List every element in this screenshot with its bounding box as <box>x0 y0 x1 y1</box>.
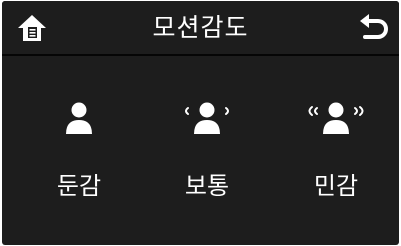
person-single-waves-icon <box>185 102 229 134</box>
header-divider <box>2 54 399 56</box>
person-icon <box>66 102 92 134</box>
page-title: 모션감도 <box>152 13 249 42</box>
option-normal-sensitivity[interactable]: 보통 <box>157 71 257 231</box>
option-label-normal: 보통 <box>184 172 230 200</box>
back-button[interactable] <box>357 12 391 44</box>
option-high-sensitivity[interactable]: 민감 <box>286 71 386 231</box>
option-low-sensitivity[interactable]: 둔감 <box>29 71 129 231</box>
person-double-waves-icon <box>308 102 364 134</box>
option-label-low: 둔감 <box>56 172 102 200</box>
motion-sensitivity-screen: 모션감도 둔감 보통 민감 <box>2 1 399 245</box>
option-label-high: 민감 <box>313 172 359 200</box>
back-arrow-icon <box>360 14 388 39</box>
top-bar: 모션감도 <box>2 1 399 54</box>
